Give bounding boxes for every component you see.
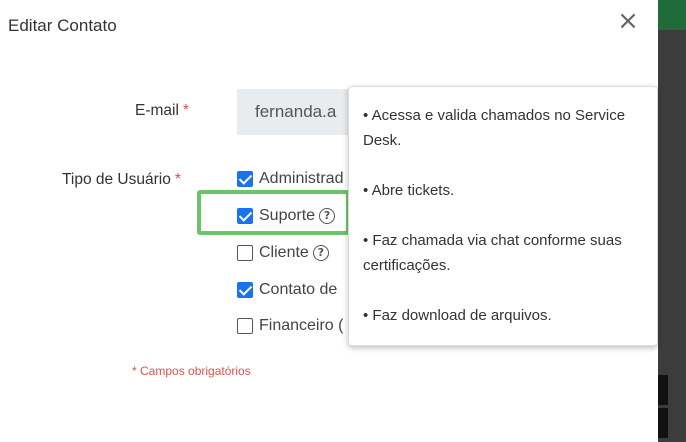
user-type-option-financeiro[interactable]: Financeiro ( <box>237 315 343 337</box>
user-type-option-contato[interactable]: Contato de <box>237 279 337 301</box>
user-type-label-text: Tipo de Usuário <box>62 171 171 188</box>
background-tab <box>658 408 668 438</box>
email-label: E-mail * <box>135 102 189 120</box>
user-type-option-cliente[interactable]: Cliente ? <box>237 242 329 264</box>
checkbox-unchecked[interactable] <box>237 318 253 334</box>
modal-title: Editar Contato <box>8 16 117 35</box>
required-marker: * <box>174 171 181 188</box>
email-label-text: E-mail <box>135 102 179 119</box>
tooltip-item: • Acessa e valida chamados no Service De… <box>363 107 626 149</box>
tooltip-item: • Faz chamada via chat conforme suas cer… <box>363 232 622 274</box>
user-type-option-label: Financeiro ( <box>259 317 344 334</box>
tooltip-item: • Abre tickets. <box>363 182 455 199</box>
help-circle-icon[interactable]: ? <box>319 208 336 224</box>
background-tab <box>658 375 668 405</box>
checkbox-unchecked[interactable] <box>237 245 253 261</box>
checkbox-checked[interactable] <box>237 208 253 224</box>
help-circle-icon[interactable]: ? <box>312 245 329 261</box>
background-page-edge <box>658 0 686 442</box>
background-header-strip <box>658 0 686 30</box>
user-type-option-suporte[interactable]: Suporte ? <box>237 205 336 227</box>
required-marker: * <box>182 102 189 119</box>
user-type-option-administrador[interactable]: Administrad <box>237 168 343 190</box>
close-icon[interactable]: × <box>616 8 640 36</box>
user-type-option-label: Cliente <box>259 244 309 261</box>
tooltip-item: • Faz download de arquivos. <box>363 307 552 324</box>
user-type-option-label: Contato de <box>259 281 338 298</box>
user-type-label: Tipo de Usuário * <box>62 171 181 189</box>
user-type-option-label: Administrad <box>259 170 344 187</box>
suporte-help-tooltip: • Acessa e valida chamados no Service De… <box>348 86 658 346</box>
required-fields-note: * Campos obrigatórios <box>132 364 251 378</box>
user-type-option-label: Suporte <box>259 207 316 224</box>
checkbox-checked[interactable] <box>237 171 253 187</box>
checkbox-checked[interactable] <box>237 282 253 298</box>
